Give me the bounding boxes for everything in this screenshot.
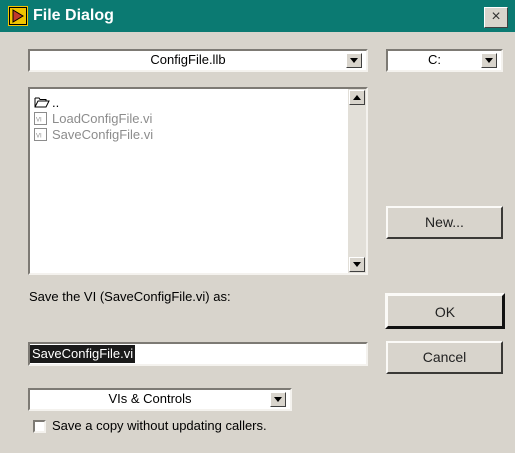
save-copy-label: Save a copy without updating callers. bbox=[52, 418, 267, 433]
chevron-down-icon bbox=[350, 58, 358, 63]
file-type-value: VIs & Controls bbox=[108, 391, 192, 406]
drive-value: C: bbox=[428, 52, 441, 67]
file-type-dropdown-button[interactable] bbox=[270, 392, 286, 407]
location-dropdown[interactable]: ConfigFile.llb bbox=[28, 49, 368, 72]
list-item-label: .. bbox=[52, 95, 60, 110]
close-button[interactable]: × bbox=[484, 7, 508, 28]
vi-file-icon: VI bbox=[34, 128, 47, 141]
labview-app-icon bbox=[8, 6, 28, 26]
svg-text:VI: VI bbox=[36, 118, 42, 124]
drive-dropdown[interactable]: C: bbox=[386, 49, 503, 72]
list-item-label: SaveConfigFile.vi bbox=[52, 127, 154, 142]
save-prompt-label: Save the VI (SaveConfigFile.vi) as: bbox=[29, 289, 231, 304]
chevron-up-icon bbox=[353, 95, 361, 100]
list-item-label: LoadConfigFile.vi bbox=[52, 111, 153, 126]
svg-text:VI: VI bbox=[36, 134, 42, 140]
drive-dropdown-button[interactable] bbox=[481, 53, 497, 68]
vi-file-icon: VI bbox=[34, 112, 47, 125]
title-bar[interactable]: File Dialog × bbox=[0, 0, 515, 32]
chevron-down-icon bbox=[353, 262, 361, 267]
save-copy-checkbox[interactable] bbox=[33, 420, 46, 433]
window-title: File Dialog bbox=[33, 7, 114, 24]
chevron-down-icon bbox=[485, 58, 493, 63]
list-scrollbar[interactable] bbox=[348, 89, 366, 273]
location-value: ConfigFile.llb bbox=[150, 52, 226, 67]
ok-button[interactable]: OK bbox=[385, 293, 505, 329]
filename-field[interactable]: SaveConfigFile.vi bbox=[28, 342, 368, 366]
scroll-down-button[interactable] bbox=[349, 257, 365, 272]
file-type-dropdown[interactable]: VIs & Controls bbox=[28, 388, 292, 411]
scroll-up-button[interactable] bbox=[349, 90, 365, 105]
file-list[interactable]: .. VI LoadConfigFile.vi VI SaveConfigFil… bbox=[28, 87, 368, 275]
filename-value: SaveConfigFile.vi bbox=[30, 345, 136, 363]
location-dropdown-button[interactable] bbox=[346, 53, 362, 68]
open-folder-icon bbox=[34, 97, 50, 108]
file-dialog-window: File Dialog × ConfigFile.llb C: .. VI Lo… bbox=[0, 0, 515, 453]
new-button[interactable]: New... bbox=[386, 206, 503, 239]
chevron-down-icon bbox=[274, 397, 282, 402]
cancel-button[interactable]: Cancel bbox=[386, 341, 503, 374]
